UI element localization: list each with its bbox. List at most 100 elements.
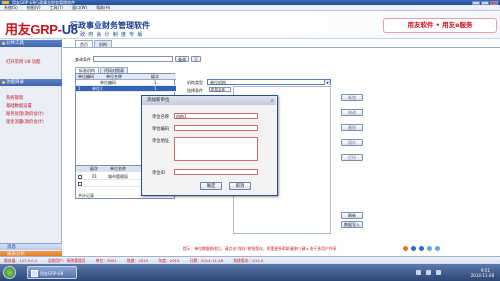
menu-tools[interactable]: 工具(T): [50, 5, 64, 10]
menu-window[interactable]: 窗口(W): [72, 5, 87, 10]
tab-organization[interactable]: 机构: [94, 40, 112, 47]
org-type-select[interactable]: 单位机构 ▾: [207, 79, 331, 85]
status-bar: 服务器：127.0.0.1 当前用户：系统管理员 单位：0001 账套：2019…: [0, 256, 500, 264]
menu-help[interactable]: 帮助(H): [96, 5, 110, 10]
status-unit: 单位：0001: [95, 258, 117, 263]
row-checkbox[interactable]: [78, 175, 82, 179]
settings-icon[interactable]: [419, 246, 424, 251]
section-function-directory[interactable]: 功能目录: [0, 79, 62, 86]
app-icon: [31, 270, 38, 277]
cancel-button[interactable]: 取消: [229, 182, 251, 190]
product-banner: 用友GRP-U8 行政事业财务管理软件 政 府 会 计 制 度 专 版 用友软件…: [0, 11, 500, 39]
table-footer: 共计记录: [78, 193, 94, 198]
main-content: 首页 机构 查询条件 查询 下 标准机构 代码对照表 单位编码 单位名称 级次 …: [63, 39, 500, 245]
nav-item-accounting[interactable]: 账务处理(政府会计): [6, 111, 44, 117]
query-button[interactable]: 查询: [175, 56, 189, 62]
ok-button[interactable]: 确定: [200, 182, 222, 190]
import-data-button[interactable]: 数据导入: [341, 221, 363, 228]
search-icon[interactable]: [435, 246, 440, 251]
filter-label: 选择条件: [187, 88, 203, 93]
unit-id-input[interactable]: [174, 169, 258, 175]
pin-icon[interactable]: [427, 246, 432, 251]
org-type-label: 机构类型: [187, 80, 203, 85]
column-header: 级次: [90, 166, 98, 171]
logo-text: 用友GRP-: [5, 22, 62, 37]
status-user: 当前用户：系统管理员: [47, 258, 86, 263]
tip-bar: 提示：单位数据修改后，请点击“保存”按钮保存，如需更多帮助请按F1键 ▸ 由于多…: [63, 245, 500, 252]
system-tray: 9:51 2014-11-28: [376, 266, 496, 279]
unit-code-input[interactable]: [174, 125, 258, 131]
unit-name-input[interactable]: 机构1: [174, 113, 258, 119]
section-public-tools[interactable]: 公共工具: [0, 40, 62, 47]
menu-system[interactable]: 系统(S): [4, 5, 18, 10]
filter-value: 机构名称: [211, 88, 225, 92]
status-account-set: 账套：2019: [127, 258, 149, 263]
dialog-title: 添加新单位: [142, 96, 276, 105]
save-button[interactable]: 保存: [341, 139, 363, 146]
bullet-icon: [1, 81, 5, 84]
add-button[interactable]: 新增: [341, 94, 363, 101]
field-label: 单位名称: [152, 115, 170, 120]
delete-button[interactable]: 删除: [341, 124, 363, 131]
table-row[interactable]: 1 单位1 1: [76, 86, 176, 92]
field-label: 单位ID: [152, 171, 166, 176]
org-type-value: 单位机构: [210, 80, 226, 85]
query-label: 查询条件: [75, 57, 91, 62]
menu-view[interactable]: 视图(V): [27, 5, 41, 10]
add-unit-dialog: 添加新单位 ✕ 单位名称 机构1 单位编码 单位地址 单位ID 确定 取消: [141, 95, 278, 196]
nav-item-cash-flow[interactable]: 现金流量(政府会计): [6, 119, 44, 125]
minimize-button[interactable]: [472, 0, 480, 5]
next-button[interactable]: 下: [191, 56, 201, 62]
print-button[interactable]: 打印: [341, 154, 363, 161]
section-title: 功能目录: [6, 80, 24, 85]
taskbar: 用友GRP-U8 9:51 2014-11-28: [0, 264, 500, 281]
tip-icons: [403, 246, 440, 251]
filter-input[interactable]: 机构名称: [209, 87, 231, 92]
status-server: 服务器：127.0.0.1: [4, 258, 38, 263]
taskbar-app-item[interactable]: 用友GRP-U8: [27, 266, 77, 279]
nav-item-system-management[interactable]: 系统管理: [6, 95, 23, 101]
clock-date: 2014-11-28: [470, 273, 494, 278]
nav-item-open-u8[interactable]: 打开常用 U8 功能: [6, 59, 40, 65]
info-icon[interactable]: [411, 246, 416, 251]
tab-divider: [63, 47, 500, 48]
row-checkbox[interactable]: [78, 182, 82, 186]
maximize-button[interactable]: [481, 0, 489, 5]
close-icon[interactable]: ✕: [269, 98, 275, 103]
help-icon[interactable]: [403, 246, 408, 251]
cell-level: 1: [154, 86, 157, 91]
nav-messages[interactable]: 消息: [0, 243, 62, 250]
chevron-down-icon[interactable]: ▾: [324, 80, 330, 85]
taskbar-app-label: 用友GRP-U8: [40, 271, 64, 276]
bullet-icon: [1, 42, 5, 45]
edit-button[interactable]: 修改: [341, 109, 363, 116]
refresh-button[interactable]: 刷新: [341, 212, 363, 219]
status-date: 日期：2014-11-28: [189, 258, 224, 263]
slogan-badge: 用友软件 • 用友e服务: [383, 18, 497, 33]
tab-home[interactable]: 首页: [75, 40, 93, 47]
app-icon: [2, 1, 9, 4]
cell-level: 01: [92, 174, 98, 179]
nav-item-basic-data[interactable]: 基础数据设置: [6, 103, 32, 109]
flag-icon[interactable]: [436, 270, 441, 275]
product-subtitle: 政 府 会 计 制 度 专 版: [80, 32, 144, 38]
status-year: 年度：2019: [158, 258, 180, 263]
close-window-button[interactable]: [490, 0, 498, 5]
left-navigation-panel: 公共工具 打开常用 U8 功能 功能目录 系统管理 基础数据设置 账务处理(政府…: [0, 39, 62, 264]
cell-code: 1: [78, 86, 81, 91]
status-version: 系统版本：V11.0: [233, 258, 264, 263]
start-button[interactable]: [3, 266, 16, 279]
app-window: 用友GRP-U8行政事业财务管理软件 系统(S) 视图(V) 工具(T) 窗口(…: [0, 0, 500, 281]
unit-address-textarea[interactable]: [174, 137, 258, 161]
volume-icon[interactable]: [426, 270, 431, 275]
section-title: 公共工具: [6, 41, 24, 46]
column-header: 单位名称: [110, 166, 126, 171]
field-label: 单位编码: [152, 127, 170, 132]
tip-text: 提示：单位数据修改后，请点击“保存”按钮保存，如需更多帮助请按F1键 ▸ 由于多…: [183, 246, 337, 251]
cell-name: 城市管理局: [108, 174, 128, 179]
product-title: 行政事业财务管理软件: [70, 21, 150, 30]
query-input[interactable]: [93, 56, 173, 62]
network-icon[interactable]: [416, 270, 421, 275]
main-tabs: 首页 机构: [75, 40, 112, 47]
brand-logo: 用友GRP-U8: [5, 19, 78, 38]
